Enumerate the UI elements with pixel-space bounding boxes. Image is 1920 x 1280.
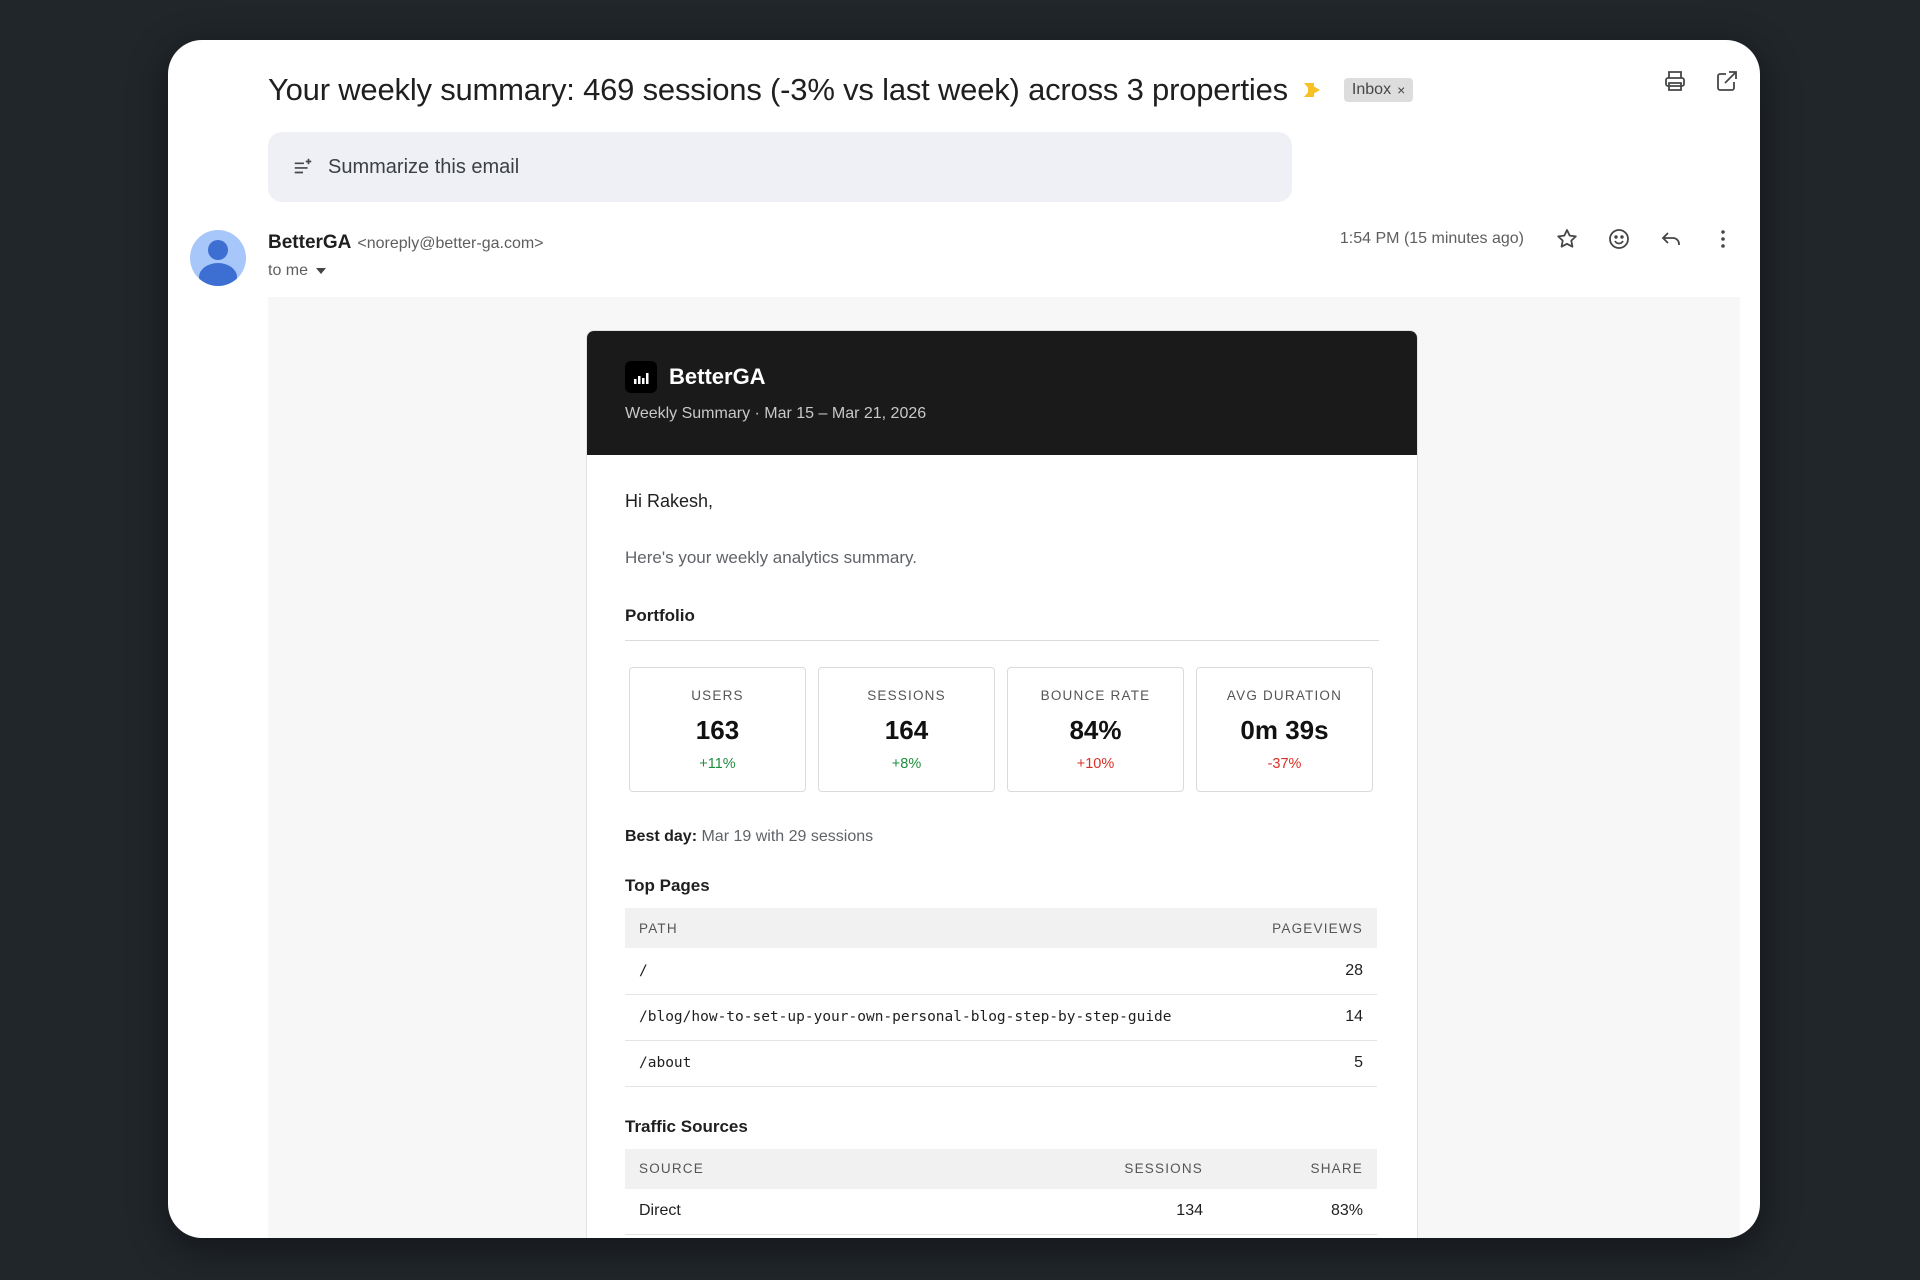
kpi-users: USERS 163 +11%: [629, 667, 806, 792]
table-row: /about 5: [625, 1040, 1377, 1087]
important-marker-icon[interactable]: [1303, 83, 1320, 97]
best-day-text: Mar 19 with 29 sessions: [697, 828, 874, 845]
email-window: Your weekly summary: 469 sessions (-3% v…: [168, 40, 1760, 1238]
kpi-label: AVG DURATION: [1226, 688, 1343, 703]
summarize-label: Summarize this email: [328, 155, 520, 178]
top-pages-table: PATH PAGEVIEWS / 28 /blog/how-to-set-up-…: [625, 908, 1377, 1087]
top-actions: [1662, 68, 1740, 94]
kpi-label: USERS: [691, 688, 744, 703]
column-header: SOURCE: [625, 1148, 901, 1189]
page-path: /about: [625, 1040, 1246, 1087]
chevron-down-icon: [316, 268, 327, 274]
column-header: SHARE: [1217, 1148, 1377, 1189]
column-header: PAGEVIEWS: [1245, 908, 1377, 948]
intro-text: Here's your weekly analytics summary.: [625, 548, 918, 567]
kpi-label: BOUNCE RATE: [1040, 688, 1151, 703]
kpi-sessions: SESSIONS 164 +8%: [818, 667, 995, 792]
traffic-sources-heading: Traffic Sources: [625, 1116, 748, 1136]
inbox-label-chip[interactable]: Inbox ×: [1343, 78, 1414, 102]
brand-name: BetterGA: [669, 364, 766, 389]
sender-avatar[interactable]: [190, 230, 246, 286]
recipient-details-toggle[interactable]: to me: [268, 262, 327, 280]
table-row: / 28: [625, 948, 1377, 995]
email-subject: Your weekly summary: 469 sessions (-3% v…: [268, 72, 1288, 107]
email-header: BetterGA Weekly Summary · Mar 15 – Mar 2…: [587, 331, 1417, 455]
more-vert-icon[interactable]: [1710, 226, 1736, 252]
column-header: SESSIONS: [900, 1148, 1217, 1189]
to-label: to me: [268, 262, 309, 279]
message-actions: 1:54 PM (15 minutes ago): [1340, 226, 1736, 252]
reply-icon[interactable]: [1658, 226, 1684, 252]
kpi-value: 164: [884, 715, 929, 745]
kpi-value: 163: [695, 715, 740, 745]
top-pages-heading: Top Pages: [625, 876, 710, 895]
summarize-icon: [294, 158, 312, 174]
remove-label-icon[interactable]: ×: [1397, 82, 1405, 98]
email-content: Hi Rakesh, Here's your weekly analytics …: [587, 455, 1417, 1235]
page-path: /: [625, 948, 1246, 995]
pageviews: 14: [1245, 994, 1377, 1041]
sender-email: <noreply@better-ga.com>: [357, 235, 544, 252]
subject-row: Your weekly summary: 469 sessions (-3% v…: [268, 62, 1414, 118]
emoji-icon[interactable]: [1606, 226, 1632, 252]
table-header-row: SOURCE SESSIONS SHARE: [625, 1148, 1377, 1189]
greeting: Hi Rakesh,: [625, 491, 714, 511]
print-icon[interactable]: [1662, 68, 1688, 94]
open-in-new-window-icon[interactable]: [1714, 68, 1740, 94]
sender-name[interactable]: BetterGA: [268, 232, 351, 254]
kpi-delta: +11%: [699, 756, 736, 772]
traffic-sessions: 134: [900, 1188, 1217, 1235]
table-header-row: PATH PAGEVIEWS: [625, 908, 1377, 948]
kpi-avg-duration: AVG DURATION 0m 39s -37%: [1196, 667, 1373, 792]
timestamp: 1:54 PM (15 minutes ago): [1339, 230, 1524, 247]
pageviews: 5: [1245, 1040, 1377, 1087]
best-day: Best day: Mar 19 with 29 sessions: [625, 828, 1379, 846]
inbox-label-text: Inbox: [1351, 81, 1392, 98]
table-row: Direct 134 83%: [625, 1188, 1377, 1235]
kpi-bounce-rate: BOUNCE RATE 84% +10%: [1007, 667, 1184, 792]
traffic-sources-table: SOURCE SESSIONS SHARE Direct 134 83%: [625, 1148, 1377, 1235]
kpi-row: USERS 163 +11% SESSIONS 164 +8% BOUNCE R…: [625, 667, 1379, 792]
best-day-label: Best day:: [625, 828, 698, 845]
kpi-value: 0m 39s: [1240, 715, 1329, 745]
sender-line: BetterGA <noreply@better-ga.com>: [268, 232, 544, 254]
star-icon[interactable]: [1554, 226, 1580, 252]
page-path: /blog/how-to-set-up-your-own-personal-bl…: [625, 994, 1246, 1041]
email-card: BetterGA Weekly Summary · Mar 15 – Mar 2…: [586, 330, 1418, 1238]
kpi-delta: +8%: [891, 756, 922, 772]
summarize-email-button[interactable]: Summarize this email: [268, 132, 1292, 202]
traffic-source: Direct: [625, 1188, 901, 1235]
column-header: PATH: [625, 908, 1246, 948]
table-row: /blog/how-to-set-up-your-own-personal-bl…: [625, 994, 1377, 1041]
pageviews: 28: [1245, 948, 1377, 995]
kpi-delta: +10%: [1076, 756, 1115, 772]
traffic-share: 83%: [1217, 1188, 1377, 1235]
portfolio-heading: Portfolio: [625, 606, 1379, 641]
kpi-value: 84%: [1069, 715, 1122, 745]
kpi-label: SESSIONS: [867, 688, 946, 703]
kpi-delta: -37%: [1267, 756, 1302, 772]
report-subtitle: Weekly Summary · Mar 15 – Mar 21, 2026: [625, 405, 927, 422]
betterga-logo-icon: [625, 361, 657, 393]
